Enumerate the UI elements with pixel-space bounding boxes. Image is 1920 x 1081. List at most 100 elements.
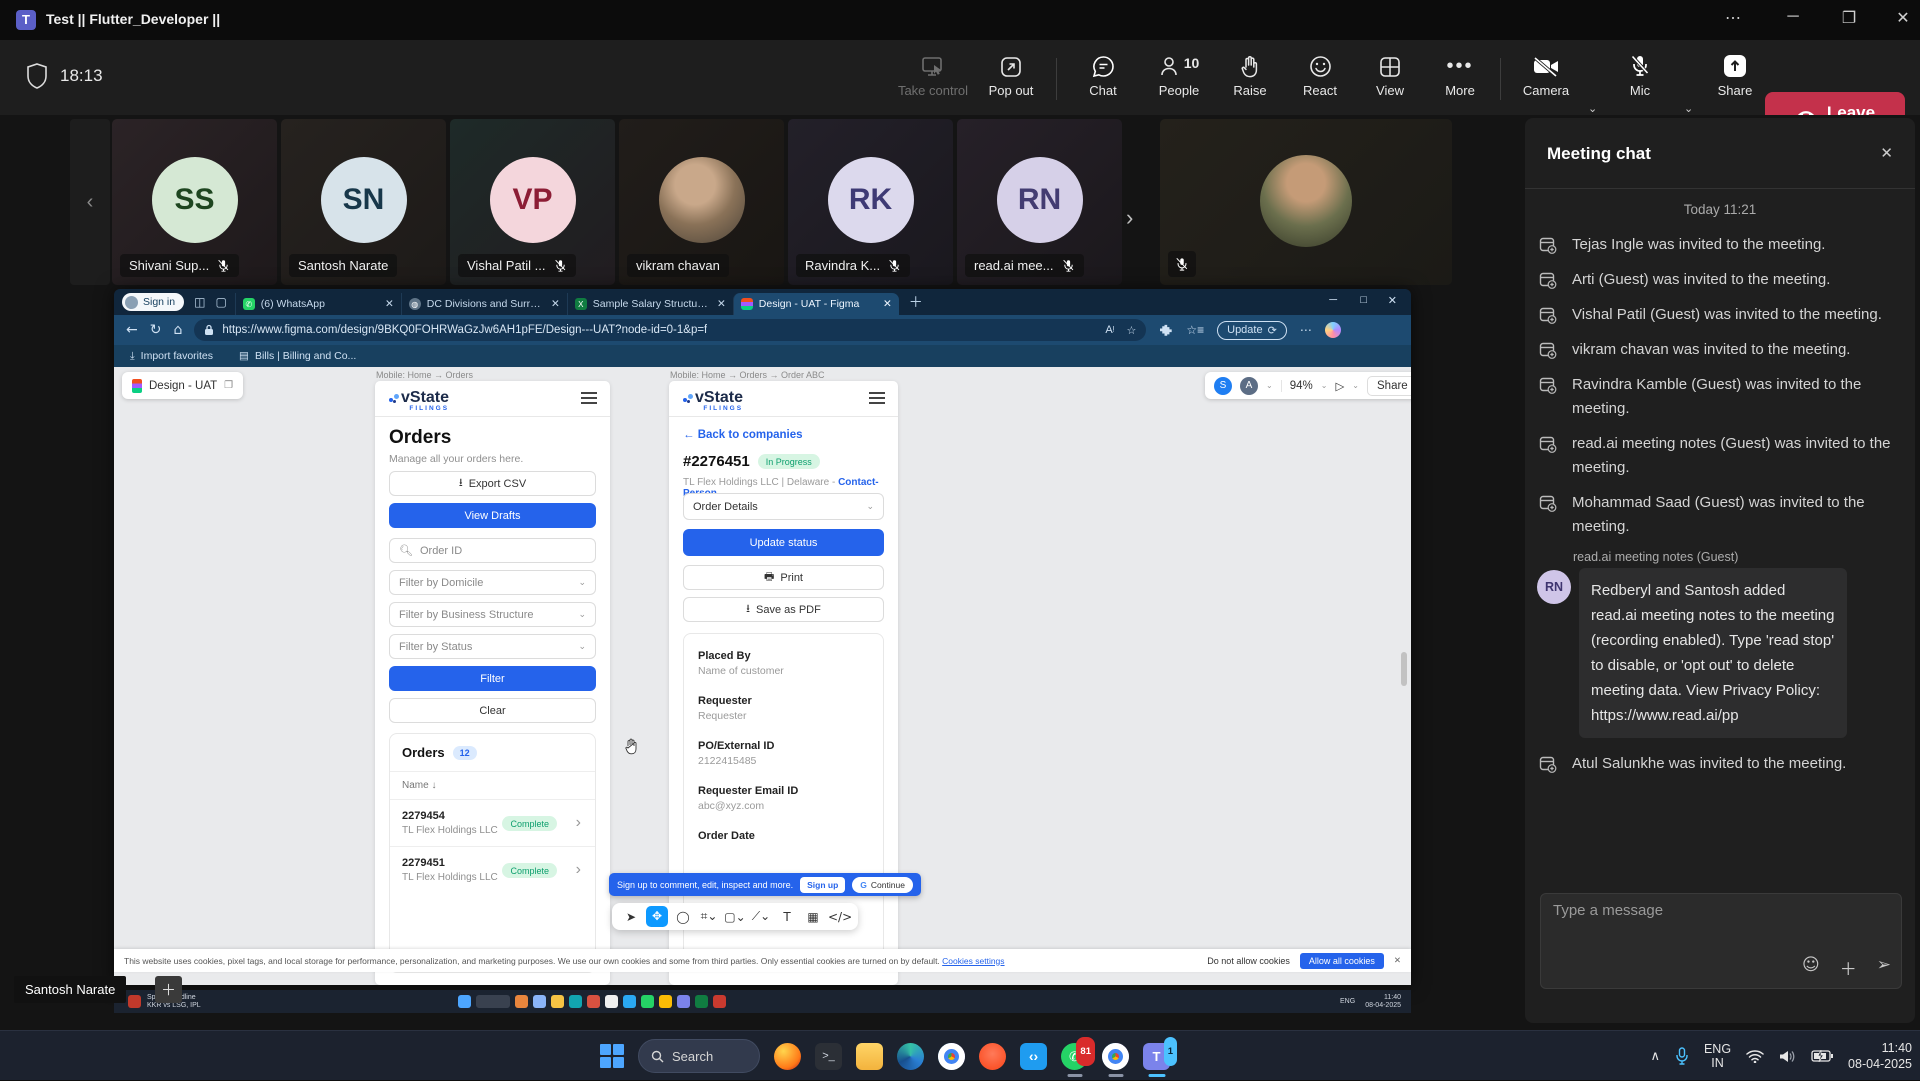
attach-plus-icon[interactable]: ＋ bbox=[1840, 955, 1857, 980]
participant-tile[interactable]: RN read.ai mee... bbox=[957, 119, 1122, 285]
participant-tile[interactable]: SS Shivani Sup... bbox=[112, 119, 277, 285]
deny-cookies-button: Do not allow cookies bbox=[1207, 956, 1290, 966]
cookie-banner: This website uses cookies, pixel tags, a… bbox=[114, 949, 1411, 972]
whatsapp-badge: 81 bbox=[1076, 1037, 1095, 1066]
take-control-button[interactable]: Take control bbox=[895, 52, 971, 98]
whatsapp-icon[interactable]: ✆81 bbox=[1061, 1043, 1088, 1070]
terminal-icon[interactable]: >_ bbox=[815, 1043, 842, 1070]
brave-icon[interactable] bbox=[979, 1043, 1006, 1070]
minimize-button[interactable]: ─ bbox=[1776, 8, 1810, 26]
chat-button[interactable]: Chat bbox=[1065, 52, 1141, 98]
message-input[interactable] bbox=[1553, 902, 1883, 919]
raise-hand-button[interactable]: Raise bbox=[1212, 52, 1288, 98]
shared-clock: 11:4008-04-2025 bbox=[1365, 994, 1401, 1010]
window-menu-dots-icon[interactable]: ⋯ bbox=[1716, 8, 1750, 28]
participant-tile[interactable]: SN Santosh Narate bbox=[281, 119, 446, 285]
taskbar-search[interactable]: Search bbox=[638, 1039, 760, 1073]
teams-icon[interactable]: T1 bbox=[1143, 1043, 1170, 1070]
tab-close-icon: ✕ bbox=[385, 298, 394, 310]
favorites-bar-icon: ☆≡ bbox=[1186, 323, 1204, 337]
frame-label: Mobile: Home → Orders → Order ABC bbox=[670, 370, 825, 380]
save-pdf-button: ⭳Save as PDF bbox=[683, 597, 884, 622]
participant-tile[interactable]: vikram chavan bbox=[619, 119, 784, 285]
tray-mic-icon[interactable] bbox=[1675, 1047, 1689, 1065]
firefox-icon[interactable] bbox=[774, 1043, 801, 1070]
chevron-down-icon: ⌄ bbox=[578, 609, 586, 620]
share-zoom-in-button[interactable]: ＋ bbox=[155, 976, 182, 1003]
send-icon[interactable]: ➢ bbox=[1877, 955, 1891, 980]
row-chevron-icon: › bbox=[576, 814, 581, 832]
bookmark-icon: ▤ bbox=[239, 350, 249, 362]
volume-icon[interactable] bbox=[1779, 1049, 1796, 1064]
filmstrip-prev-button[interactable]: ‹ bbox=[70, 119, 110, 285]
avatar: SS bbox=[152, 157, 238, 243]
figma-canvas: Design - UAT ❐ S A ⌄ 94% ⌄ ▷ ⌄ Share Mob… bbox=[114, 367, 1411, 985]
url-field: https://www.figma.com/design/9BKQ0FOHRWa… bbox=[194, 319, 1146, 341]
calendar-add-icon bbox=[1539, 435, 1557, 453]
print-button: 🖶︎Print bbox=[683, 565, 884, 590]
orders-title: Orders bbox=[389, 427, 451, 449]
chat-day-header: Today 11:21 bbox=[1525, 202, 1915, 217]
vstate-logo-mark bbox=[389, 393, 399, 403]
spotlight-tile[interactable] bbox=[1160, 119, 1452, 285]
more-button[interactable]: ••• More bbox=[1422, 52, 1498, 98]
filter-domicile-dropdown: Filter by Domicile⌄ bbox=[389, 570, 596, 595]
shared-screen-taskbar: Sports headlineKKR vs LSG, IPL ENG 11:40… bbox=[114, 990, 1411, 1013]
take-control-icon bbox=[921, 52, 945, 78]
people-button[interactable]: 10 People bbox=[1136, 52, 1222, 98]
status-badge: Complete bbox=[502, 863, 557, 878]
vscode-icon[interactable]: ‹› bbox=[1020, 1043, 1047, 1070]
pop-out-button[interactable]: Pop out bbox=[973, 52, 1049, 98]
share-icon bbox=[1723, 52, 1747, 78]
chrome-profile2-icon[interactable] bbox=[1102, 1043, 1129, 1070]
tray-expand-icon[interactable]: ∧ bbox=[1650, 1048, 1660, 1064]
taskbar-clock[interactable]: 11:4008-04-2025 bbox=[1848, 1040, 1912, 1072]
filmstrip-next-button[interactable]: › bbox=[1126, 205, 1133, 231]
cookie-settings-link: Cookies settings bbox=[942, 956, 1004, 966]
row-chevron-icon: › bbox=[576, 861, 581, 879]
printer-icon: 🖶︎ bbox=[764, 568, 774, 587]
chevron-down-icon: ⌄ bbox=[578, 577, 586, 588]
order-row: 2279454 TL Flex Holdings LLC Complete › bbox=[390, 800, 595, 846]
vstate-header: vStateFILINGS bbox=[375, 381, 610, 417]
orders-count-badge: 12 bbox=[453, 746, 477, 760]
maximize-button[interactable]: ❐ bbox=[1832, 8, 1866, 28]
google-continue-button: GContinue bbox=[852, 877, 913, 893]
signup-button: Sign up bbox=[800, 877, 845, 893]
text-tool-icon: T bbox=[776, 910, 798, 924]
filter-business-dropdown: Filter by Business Structure⌄ bbox=[389, 602, 596, 627]
figma-scrollbar bbox=[1401, 652, 1407, 686]
comment-tool-icon: ◯ bbox=[672, 910, 694, 924]
browser-tab: ◍ DC Divisions and Surroundings✕ bbox=[401, 293, 567, 315]
participant-name: Santosh Narate bbox=[298, 258, 388, 273]
file-explorer-icon[interactable] bbox=[856, 1043, 883, 1070]
wifi-icon[interactable] bbox=[1746, 1049, 1764, 1063]
calendar-add-icon bbox=[1539, 341, 1557, 359]
participant-name: read.ai mee... bbox=[974, 258, 1054, 273]
camera-chevron-icon[interactable]: ⌄ bbox=[1588, 102, 1597, 115]
chat-input-box[interactable]: ☺ ＋ ➢ bbox=[1540, 893, 1902, 989]
mic-button[interactable]: Mic bbox=[1602, 52, 1678, 98]
view-button[interactable]: View bbox=[1352, 52, 1428, 98]
participant-tile[interactable]: VP Vishal Patil ... bbox=[450, 119, 615, 285]
react-button[interactable]: React bbox=[1282, 52, 1358, 98]
edge-icon[interactable] bbox=[897, 1043, 924, 1070]
tab-actions-icon: ▢ bbox=[215, 295, 226, 309]
share-button[interactable]: Share bbox=[1697, 52, 1773, 98]
battery-icon[interactable] bbox=[1811, 1050, 1833, 1062]
emoji-icon[interactable]: ☺ bbox=[1802, 955, 1820, 980]
close-button[interactable]: ✕ bbox=[1886, 8, 1920, 28]
list-title: Orders bbox=[402, 745, 445, 760]
mic-chevron-icon[interactable]: ⌄ bbox=[1684, 102, 1693, 115]
chrome-icon[interactable] bbox=[938, 1043, 965, 1070]
calendar-add-icon bbox=[1539, 376, 1557, 394]
sort-desc-icon: ↓ bbox=[431, 780, 436, 791]
camera-button[interactable]: Camera bbox=[1508, 52, 1584, 98]
language-indicator[interactable]: ENGIN bbox=[1704, 1042, 1731, 1070]
chat-close-icon[interactable]: ✕ bbox=[1880, 144, 1893, 162]
participant-name: Ravindra K... bbox=[805, 258, 880, 273]
system-message: Ravindra Kamble (Guest) was invited to t… bbox=[1525, 373, 1915, 421]
start-button[interactable] bbox=[600, 1044, 624, 1068]
participant-tile[interactable]: RK Ravindra K... bbox=[788, 119, 953, 285]
participant-name: vikram chavan bbox=[636, 258, 720, 273]
